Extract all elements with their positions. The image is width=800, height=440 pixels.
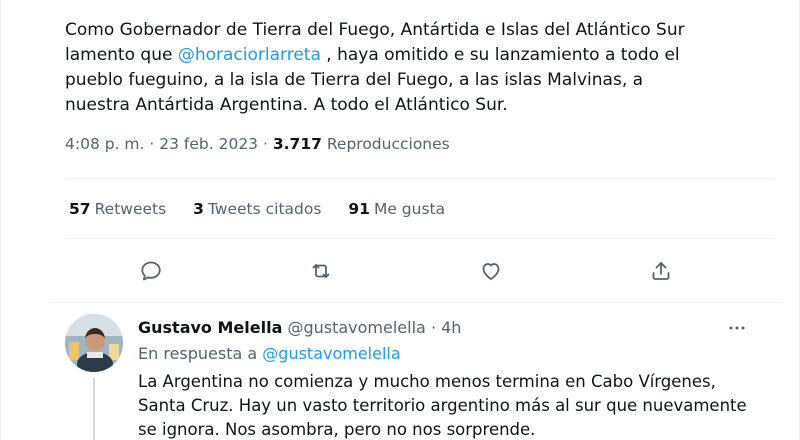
retweet-button[interactable]	[304, 254, 338, 288]
like-icon	[482, 263, 500, 280]
likes-count: 91	[348, 200, 370, 218]
reply-separator: ·	[430, 318, 437, 337]
likes-label: Me gusta	[373, 200, 446, 218]
divider	[49, 302, 783, 303]
meta-separator: ·	[263, 135, 268, 153]
reply-header: Gustavo Melella @gustavomelella · 4h	[138, 318, 461, 337]
thread-line	[93, 378, 95, 440]
replying-to-mention[interactable]: @gustavomelella	[262, 344, 400, 363]
tweet-mention-link[interactable]: @horaciorlarreta	[178, 45, 321, 65]
divider	[65, 178, 775, 179]
reply-author-name[interactable]: Gustavo Melella	[138, 318, 282, 337]
reply-author-handle[interactable]: @gustavomelella	[287, 318, 425, 337]
reply-body: La Argentina no comienza y mucho menos t…	[138, 372, 747, 439]
replying-to: En respuesta a @gustavomelella	[138, 344, 401, 363]
tweet-time[interactable]: 4:08 p. m.	[65, 135, 144, 153]
likes-stat[interactable]: 91 Me gusta	[348, 200, 445, 218]
retweets-count: 57	[69, 200, 91, 218]
share-icon	[652, 262, 670, 280]
tweet-actions-bar	[65, 254, 775, 288]
avatar[interactable]	[65, 314, 123, 372]
divider	[65, 238, 775, 239]
more-options-button[interactable]	[725, 318, 749, 338]
tweet-stats: 57 Retweets 3 Tweets citados 91 Me gusta	[69, 200, 467, 218]
meta-separator: ·	[149, 135, 155, 153]
more-icon	[729, 326, 745, 330]
views-label: Reproducciones	[326, 135, 450, 153]
tweet-body: Como Gobernador de Tierra del Fuego, Ant…	[65, 18, 765, 118]
quotes-label: Tweets citados	[207, 200, 322, 218]
like-button[interactable]	[474, 254, 508, 288]
tweet-detail-page: Como Gobernador de Tierra del Fuego, Ant…	[0, 0, 800, 440]
retweets-stat[interactable]: 57 Retweets	[69, 200, 166, 218]
quotes-count: 3	[193, 200, 204, 218]
quotes-stat[interactable]: 3 Tweets citados	[193, 200, 321, 218]
avatar-image	[65, 314, 123, 372]
tweet-meta: 4:08 p. m. · 23 feb. 2023 · 3.717 Reprod…	[65, 135, 450, 153]
replying-to-label: En respuesta a	[138, 344, 263, 363]
share-button[interactable]	[644, 254, 678, 288]
retweets-label: Retweets	[94, 200, 167, 218]
tweet-date[interactable]: 23 feb. 2023	[159, 135, 258, 153]
views-count: 3.717	[272, 135, 322, 153]
reply-time[interactable]: 4h	[441, 318, 461, 337]
reply-button[interactable]	[134, 254, 168, 288]
reply-icon	[141, 261, 161, 281]
retweet-icon	[312, 264, 330, 278]
